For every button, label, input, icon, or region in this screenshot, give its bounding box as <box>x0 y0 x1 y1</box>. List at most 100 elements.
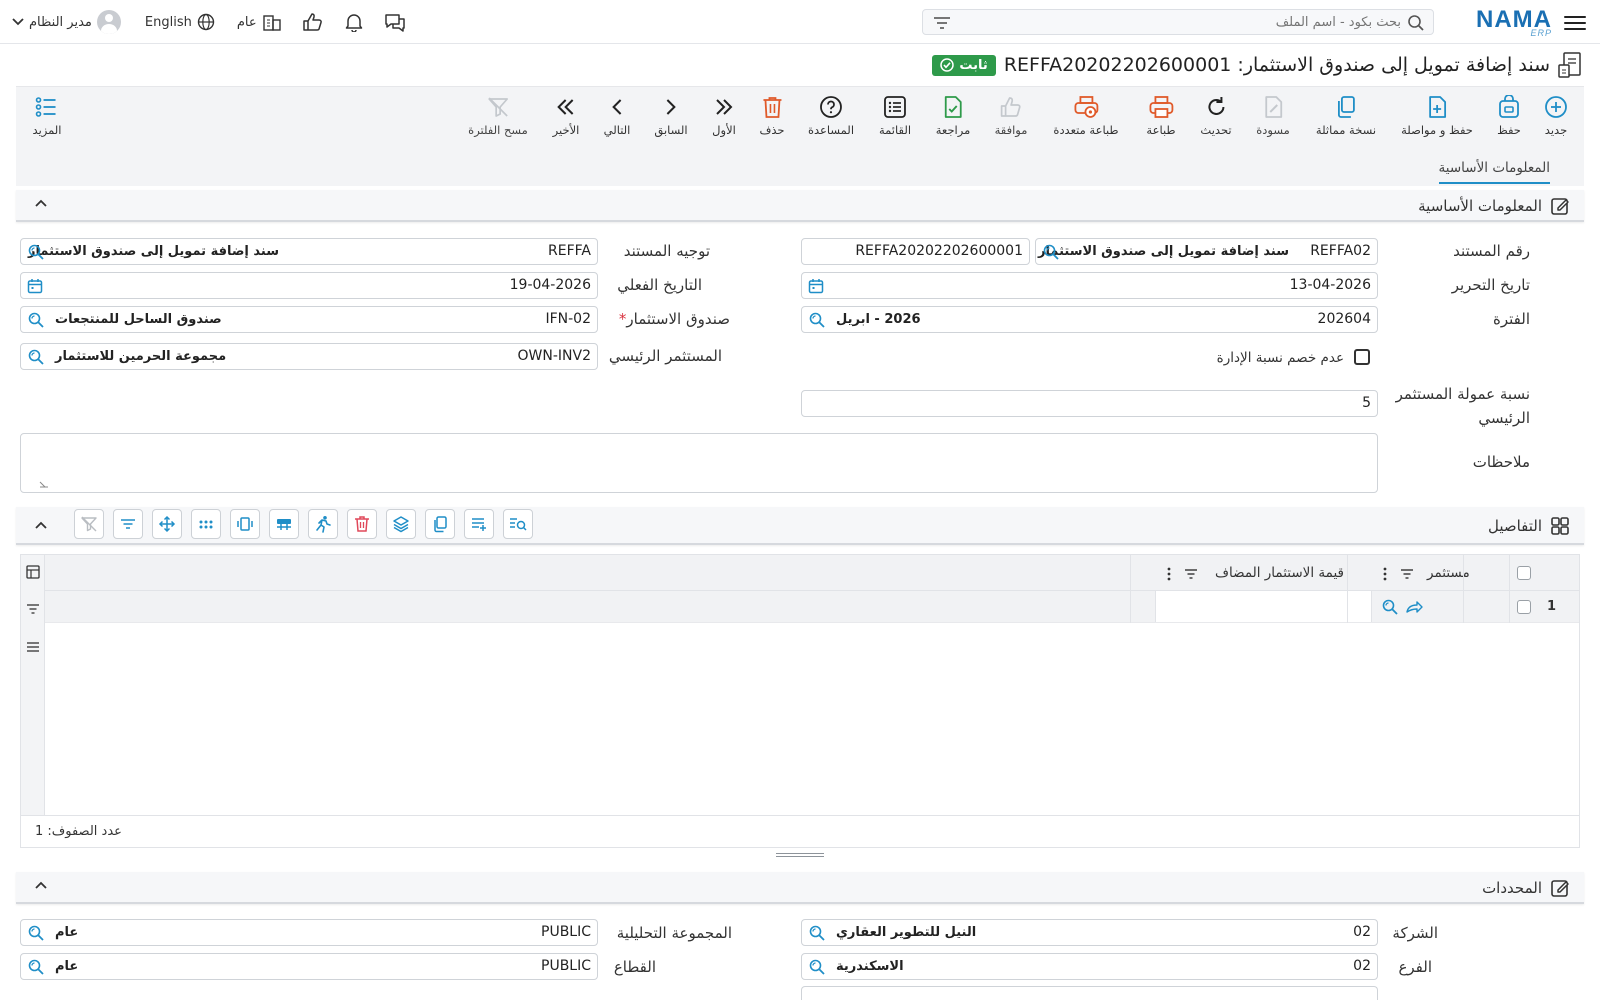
main-investor-field[interactable]: OWN-INV2 مجموعة الحرمين للاستثمار <box>20 343 598 370</box>
column-header-added-value[interactable]: قيمة الاستثمار المضاف <box>1215 565 1344 581</box>
copy-rows-button[interactable] <box>425 509 455 539</box>
clear-filter-button[interactable]: مسح الفلترة <box>468 95 528 137</box>
user-menu[interactable]: مدير النظام <box>12 10 121 34</box>
freeze-rows-button[interactable] <box>269 509 299 539</box>
menu-lines-icon[interactable] <box>26 641 40 653</box>
row-checkbox[interactable] <box>1517 600 1531 614</box>
language-switch[interactable]: English <box>145 13 215 31</box>
actual-date-field[interactable]: 19-04-2026 <box>20 272 598 299</box>
table-columns-icon[interactable] <box>26 565 40 579</box>
doc-number-field[interactable]: REFFA20202202600001 <box>801 238 1030 265</box>
edit-square-icon <box>1551 198 1569 215</box>
filter-rows-button[interactable] <box>113 509 143 539</box>
analytic-group-name: عام <box>55 925 79 940</box>
print-button[interactable]: طباعة <box>1146 95 1176 137</box>
status-badge: ثابت <box>932 54 996 76</box>
notes-textarea[interactable] <box>20 433 1378 493</box>
chevron-up-icon[interactable] <box>34 198 48 208</box>
chevron-up-icon[interactable] <box>34 520 48 530</box>
delete-button[interactable]: حذف <box>759 95 785 137</box>
like-button[interactable] <box>302 12 324 32</box>
lookup-search-icon[interactable] <box>808 311 826 329</box>
lookup-search-icon[interactable] <box>1042 243 1060 261</box>
period-field[interactable]: 202604 2026 - ابريل <box>801 306 1378 333</box>
save-button[interactable]: حفظ <box>1497 95 1521 137</box>
search-rows-button[interactable] <box>503 509 533 539</box>
chevron-up-icon[interactable] <box>34 880 48 890</box>
lookup-search-icon[interactable] <box>27 311 45 329</box>
tab-basic-info[interactable]: المعلومات الأساسية <box>1438 160 1550 184</box>
refresh-button[interactable]: تحديث <box>1200 95 1232 137</box>
duplicate-button[interactable]: نسخة مماثلة <box>1316 95 1376 137</box>
approve-button[interactable]: موافقة <box>995 95 1027 137</box>
issue-date-field[interactable]: 13-04-2026 <box>801 272 1378 299</box>
more-button[interactable]: المزيد <box>33 95 61 137</box>
search-input[interactable] <box>961 13 1401 31</box>
added-value-cell[interactable] <box>1155 591 1372 622</box>
next-record-button[interactable]: التالي <box>604 95 630 137</box>
doc-type-field[interactable]: REFFA02 سند إضافة تمويل إلى صندوق الاستث… <box>1035 238 1378 265</box>
resize-splitter-handle[interactable] <box>776 851 824 859</box>
lookup-search-icon[interactable] <box>808 958 826 976</box>
hamburger-menu-icon[interactable] <box>1564 12 1586 32</box>
save-continue-button[interactable]: حفظ و مواصلة <box>1401 95 1473 137</box>
filter-icon[interactable] <box>933 16 951 30</box>
draft-button[interactable]: مسودة <box>1256 95 1290 137</box>
select-all-checkbox[interactable] <box>1517 566 1531 580</box>
new-button[interactable]: جديد <box>1544 95 1568 137</box>
filter-icon[interactable] <box>1184 568 1198 580</box>
main-investor-name: مجموعة الحرمين للاستثمار <box>55 349 227 364</box>
last-record-button[interactable]: الأخير <box>553 95 579 137</box>
column-menu-icon[interactable] <box>1167 567 1171 581</box>
share-forward-icon[interactable] <box>1405 599 1423 615</box>
delete-label: حذف <box>759 123 785 137</box>
next-field-partial[interactable] <box>801 986 1378 1000</box>
resize-grip-icon[interactable] <box>39 478 49 488</box>
column-menu-icon[interactable] <box>1383 567 1387 581</box>
lookup-search-icon[interactable] <box>808 924 826 942</box>
branch-name: الاسكندرية <box>836 959 904 974</box>
lookup-search-icon[interactable] <box>27 243 45 261</box>
add-row-button[interactable] <box>464 509 494 539</box>
messages-button[interactable] <box>384 12 406 32</box>
help-button[interactable]: المساعدة <box>808 95 854 137</box>
lookup-search-icon[interactable] <box>27 348 45 366</box>
frame-icon <box>237 517 253 531</box>
search-icon[interactable] <box>1407 14 1425 32</box>
first-record-button[interactable]: الأول <box>712 95 736 137</box>
commission-field[interactable]: 5 <box>801 390 1378 417</box>
review-button[interactable]: مراجعة <box>936 95 970 137</box>
actual-date-label: التاريخ الفعلي <box>617 276 702 294</box>
filter-icon[interactable] <box>26 603 40 615</box>
analytic-group-field[interactable]: PUBLIC عام <box>20 919 598 946</box>
notifications-button[interactable] <box>344 12 364 32</box>
dimensions-section-header[interactable]: المحددات <box>16 872 1584 904</box>
calendar-icon[interactable] <box>27 278 43 294</box>
sector-field[interactable]: PUBLIC عام <box>20 953 598 980</box>
grid-layout-button[interactable] <box>191 509 221 539</box>
company-scope[interactable]: عام <box>237 13 282 31</box>
table-row[interactable]: 1 <box>45 591 1579 623</box>
calendar-icon[interactable] <box>808 278 824 294</box>
basic-info-section-header[interactable]: المعلومات الأساسية <box>16 190 1584 222</box>
fund-field[interactable]: IFN-02 صندوق الساحل للمنتجعات <box>20 306 598 333</box>
list-button[interactable]: القائمة <box>879 95 911 137</box>
actual-date-value: 19-04-2026 <box>509 277 591 293</box>
previous-record-button[interactable]: السابق <box>654 95 688 137</box>
clear-filter-icon-button[interactable] <box>74 509 104 539</box>
run-button[interactable] <box>308 509 338 539</box>
multi-print-button[interactable]: طباعة متعددة <box>1053 95 1119 137</box>
lookup-search-icon[interactable] <box>27 924 45 942</box>
delete-rows-button[interactable] <box>347 509 377 539</box>
lookup-search-icon[interactable] <box>1381 598 1399 616</box>
move-button[interactable] <box>152 509 182 539</box>
direction-field[interactable]: REFFA سند إضافة تمويل إلى صندوق الاستثما… <box>20 238 598 265</box>
company-field[interactable]: 02 النيل للتطوير العقاري <box>801 919 1378 946</box>
fund-name: صندوق الساحل للمنتجعات <box>55 312 222 327</box>
fit-columns-button[interactable] <box>230 509 260 539</box>
filter-icon[interactable] <box>1400 568 1414 580</box>
no-mgmt-discount-checkbox[interactable] <box>1354 349 1370 365</box>
layers-button[interactable] <box>386 509 416 539</box>
lookup-search-icon[interactable] <box>27 958 45 976</box>
branch-field[interactable]: 02 الاسكندرية <box>801 953 1378 980</box>
